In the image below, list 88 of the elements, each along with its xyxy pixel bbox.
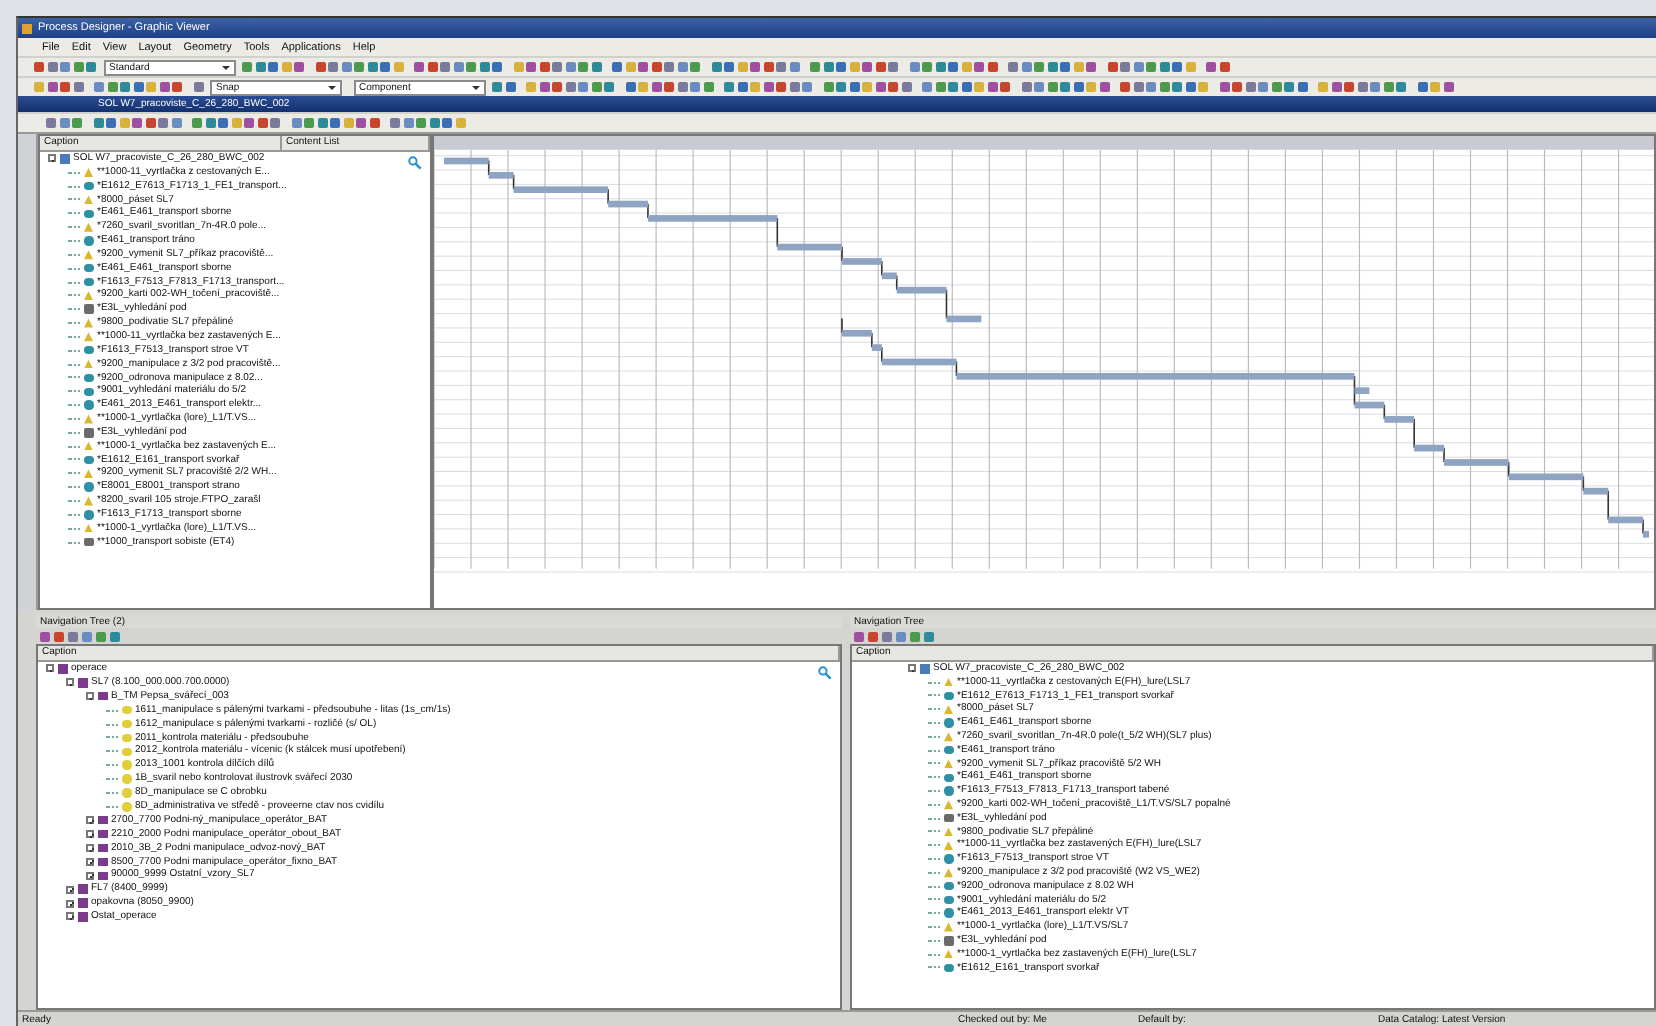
node-icon xyxy=(84,250,93,260)
node-icon xyxy=(944,759,953,769)
node-icon xyxy=(944,922,953,932)
node-icon xyxy=(944,868,953,878)
node-icon xyxy=(122,733,131,743)
node-icon xyxy=(944,881,953,891)
expand-toggle[interactable] xyxy=(66,912,74,921)
expand-toggle[interactable] xyxy=(46,664,54,673)
node-icon xyxy=(944,800,953,810)
node-icon xyxy=(944,705,953,715)
search-icon[interactable] xyxy=(408,156,422,170)
node-icon xyxy=(78,678,87,688)
node-icon xyxy=(98,871,107,881)
node-icon xyxy=(122,719,131,729)
node-icon xyxy=(84,195,93,205)
node-icon xyxy=(944,773,953,783)
node-icon xyxy=(78,912,87,922)
node-icon xyxy=(944,895,953,905)
node-icon xyxy=(122,747,131,757)
node-icon xyxy=(98,691,107,701)
node-icon xyxy=(84,359,93,369)
node-icon xyxy=(122,774,131,784)
node-icon xyxy=(944,677,953,687)
search-icon[interactable] xyxy=(818,666,832,680)
node-icon xyxy=(84,181,93,191)
node-icon xyxy=(84,236,93,246)
node-icon xyxy=(84,400,93,410)
node-icon xyxy=(944,813,953,823)
node-icon xyxy=(84,263,93,273)
node-icon xyxy=(944,691,953,701)
app-icon xyxy=(22,23,32,33)
node-icon xyxy=(944,732,953,742)
node-icon xyxy=(944,786,953,796)
node-icon xyxy=(122,788,131,798)
node-icon xyxy=(84,441,93,451)
node-icon xyxy=(84,496,93,506)
toolbar-icon[interactable] xyxy=(193,82,203,92)
node-icon xyxy=(944,936,953,946)
node-icon xyxy=(84,455,93,465)
node-icon xyxy=(944,718,953,728)
expand-toggle[interactable] xyxy=(86,816,94,825)
node-icon xyxy=(98,815,107,825)
node-icon xyxy=(122,802,131,812)
node-icon xyxy=(84,304,93,314)
node-icon xyxy=(84,387,93,397)
node-icon xyxy=(84,523,93,533)
expand-toggle[interactable] xyxy=(86,871,94,880)
node-icon xyxy=(84,277,93,287)
node-icon xyxy=(84,209,93,219)
node-icon xyxy=(84,168,93,178)
node-icon xyxy=(98,857,107,867)
node-icon xyxy=(84,510,93,520)
expand-toggle[interactable] xyxy=(66,885,74,894)
node-icon xyxy=(944,827,953,837)
node-icon xyxy=(84,318,93,328)
expand-toggle[interactable] xyxy=(908,664,916,673)
node-icon xyxy=(944,908,953,918)
node-icon xyxy=(84,222,93,232)
node-icon xyxy=(944,854,953,864)
node-icon xyxy=(944,745,953,755)
node-icon xyxy=(944,841,953,850)
node-icon xyxy=(98,843,107,853)
node-icon xyxy=(84,428,93,438)
expand-toggle[interactable] xyxy=(66,678,74,687)
node-icon xyxy=(84,537,93,547)
node-icon xyxy=(920,664,929,674)
node-icon xyxy=(944,963,953,973)
node-icon xyxy=(84,291,93,301)
expand-toggle[interactable] xyxy=(66,899,74,908)
expand-toggle[interactable] xyxy=(86,857,94,866)
node-icon xyxy=(122,760,131,770)
node-icon xyxy=(84,469,93,479)
node-icon xyxy=(84,482,93,492)
node-icon xyxy=(84,345,93,355)
node-icon xyxy=(78,898,87,908)
expand-toggle[interactable] xyxy=(86,830,94,839)
node-icon xyxy=(944,949,953,959)
node-icon xyxy=(84,373,93,383)
node-icon xyxy=(84,332,93,342)
node-icon xyxy=(122,705,131,715)
node-icon xyxy=(60,154,69,164)
expand-toggle[interactable] xyxy=(86,692,94,701)
node-icon xyxy=(98,829,107,839)
expand-toggle[interactable] xyxy=(86,844,94,853)
node-icon xyxy=(78,884,87,894)
expand-toggle[interactable] xyxy=(48,154,56,163)
node-icon xyxy=(58,664,67,674)
node-icon xyxy=(84,414,93,424)
